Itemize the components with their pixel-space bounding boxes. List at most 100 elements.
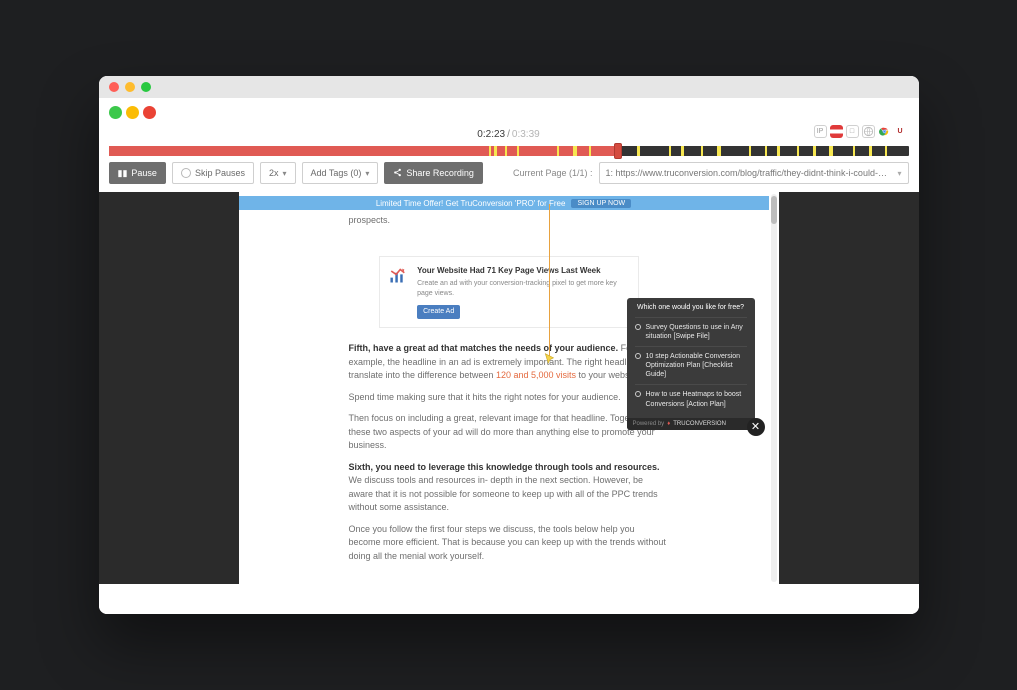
popup-option-label: How to use Heatmaps to boost Conversions…	[646, 390, 747, 408]
chevron-down-icon	[282, 168, 286, 178]
timeline-event-marker	[494, 146, 497, 156]
pause-button[interactable]: ▮▮ Pause	[109, 162, 166, 184]
extension-dot-orange[interactable]	[126, 106, 139, 119]
share-recording-button[interactable]: Share Recording	[384, 162, 483, 184]
playback-timeline[interactable]	[109, 146, 909, 156]
scroll-thumb[interactable]	[771, 196, 777, 224]
page-url-select[interactable]: 1: https://www.truconversion.com/blog/tr…	[599, 162, 909, 184]
radio-icon	[635, 391, 641, 397]
timeline-event-marker	[557, 146, 559, 156]
timeline-event-marker	[765, 146, 767, 156]
skip-pauses-label: Skip Pauses	[195, 168, 245, 178]
chrome-icon[interactable]	[878, 125, 891, 138]
popup-option-label: Survey Questions to use in Any situation…	[646, 323, 747, 341]
inline-link[interactable]: 120 and 5,000 visits	[496, 370, 576, 380]
timeline-event-marker	[829, 146, 833, 156]
create-ad-button[interactable]: Create Ad	[417, 305, 460, 320]
window-close-icon[interactable]	[109, 82, 119, 92]
popup-option[interactable]: Survey Questions to use in Any situation…	[635, 317, 747, 346]
page-navigator: Current Page (1/1) : 1: https://www.truc…	[513, 162, 909, 184]
pause-label: Pause	[131, 168, 157, 178]
paragraph: Then focus on including a great, relevan…	[349, 412, 669, 453]
radio-icon	[181, 168, 191, 178]
popup-option[interactable]: 10 step Actionable Conversion Optimizati…	[635, 346, 747, 384]
page-scrollbar[interactable]	[771, 194, 777, 582]
timeline-event-marker	[777, 146, 780, 156]
timeline-event-marker	[717, 146, 721, 156]
brand-label: TRUCONVERSION	[673, 421, 726, 427]
survey-popup: Which one would you like for free? Surve…	[627, 298, 755, 430]
timeline-playhead[interactable]	[614, 143, 622, 159]
timeline-event-marker	[489, 146, 491, 156]
popup-option[interactable]: How to use Heatmaps to boost Conversions…	[635, 384, 747, 413]
window-minimize-icon[interactable]	[125, 82, 135, 92]
flame-icon: ♦	[667, 421, 670, 427]
popup-option-label: 10 step Actionable Conversion Optimizati…	[646, 352, 747, 379]
paragraph: Fifth, have a great ad that matches the …	[349, 342, 669, 383]
timeline-event-marker	[681, 146, 684, 156]
ip-icon[interactable]: IP	[814, 125, 827, 138]
bold-lead: Fifth, have a great ad that matches the …	[349, 343, 619, 353]
page-url-value: 1: https://www.truconversion.com/blog/tr…	[606, 168, 890, 178]
timeline-event-marker	[813, 146, 816, 156]
fb-ad-promo-card: Your Website Had 71 Key Page Views Last …	[379, 256, 639, 329]
share-label: Share Recording	[406, 168, 474, 178]
timeline-event-marker	[573, 146, 577, 156]
extension-dot-green[interactable]	[109, 106, 122, 119]
close-icon[interactable]: ✕	[747, 418, 765, 436]
visitor-meta: IP □ U	[814, 125, 907, 138]
add-tags-label: Add Tags (0)	[311, 168, 362, 178]
paragraph: Sixth, you need to leverage this knowled…	[349, 461, 669, 515]
window-titlebar	[99, 76, 919, 98]
timeline-event-marker	[853, 146, 855, 156]
device-desktop-icon[interactable]: □	[846, 125, 859, 138]
share-icon	[393, 168, 402, 179]
speed-select[interactable]: 2x	[260, 162, 296, 184]
timeline-event-marker	[749, 146, 751, 156]
chart-arrow-icon	[388, 265, 408, 287]
popup-footer: Powered by ♦ TRUCONVERSION	[627, 418, 755, 430]
timeline-event-marker	[869, 146, 872, 156]
time-total: 0:3:39	[512, 129, 540, 140]
recording-viewport: Limited Time Offer! Get TruConversion 'P…	[99, 192, 919, 584]
radio-icon	[635, 353, 641, 359]
timeline-event-marker	[701, 146, 703, 156]
promo-title: Your Website Had 71 Key Page Views Last …	[417, 265, 629, 277]
mouse-trail	[549, 204, 550, 359]
timeline-event-marker	[517, 146, 519, 156]
cursor-icon	[543, 352, 557, 366]
paragraph: prospects.	[349, 214, 669, 228]
playback-time: 0:2:23 / 0:3:39 IP □ U	[109, 125, 909, 146]
timeline-event-marker	[669, 146, 671, 156]
skip-pauses-toggle[interactable]: Skip Pauses	[172, 162, 254, 184]
country-flag-icon[interactable]	[830, 125, 843, 138]
popup-title: Which one would you like for free?	[635, 304, 747, 311]
timeline-event-marker	[505, 146, 507, 156]
window-footer	[99, 584, 919, 614]
current-page-label: Current Page (1/1) :	[513, 168, 593, 178]
timeline-progress	[109, 146, 621, 156]
recorded-page: Limited Time Offer! Get TruConversion 'P…	[239, 192, 779, 584]
speed-label: 2x	[269, 168, 279, 178]
timeline-event-marker	[885, 146, 887, 156]
paragraph: Once you follow the first four steps we …	[349, 523, 669, 564]
timeline-event-marker	[589, 146, 591, 156]
radio-icon	[635, 324, 641, 330]
timeline-event-marker	[797, 146, 799, 156]
toolbar: 0:2:23 / 0:3:39 IP □ U	[99, 98, 919, 192]
playback-controls: ▮▮ Pause Skip Pauses 2x Add Tags (0) Sha…	[109, 162, 909, 190]
browser-extension-tray	[109, 106, 909, 125]
chevron-down-icon	[365, 168, 369, 178]
extension-dot-red[interactable]	[143, 106, 156, 119]
paragraph: Spend time making sure that it hits the …	[349, 391, 669, 405]
app-window: 0:2:23 / 0:3:39 IP □ U	[99, 76, 919, 614]
pause-icon: ▮▮	[118, 168, 128, 179]
window-maximize-icon[interactable]	[141, 82, 151, 92]
ublock-icon[interactable]: U	[894, 125, 907, 138]
promo-subtitle: Create an ad with your conversion-tracki…	[417, 279, 629, 300]
time-current: 0:2:23	[477, 129, 505, 140]
timeline-event-marker	[637, 146, 640, 156]
add-tags-button[interactable]: Add Tags (0)	[302, 162, 379, 184]
globe-icon[interactable]	[862, 125, 875, 138]
bold-lead: Sixth, you need to leverage this knowled…	[349, 462, 660, 472]
